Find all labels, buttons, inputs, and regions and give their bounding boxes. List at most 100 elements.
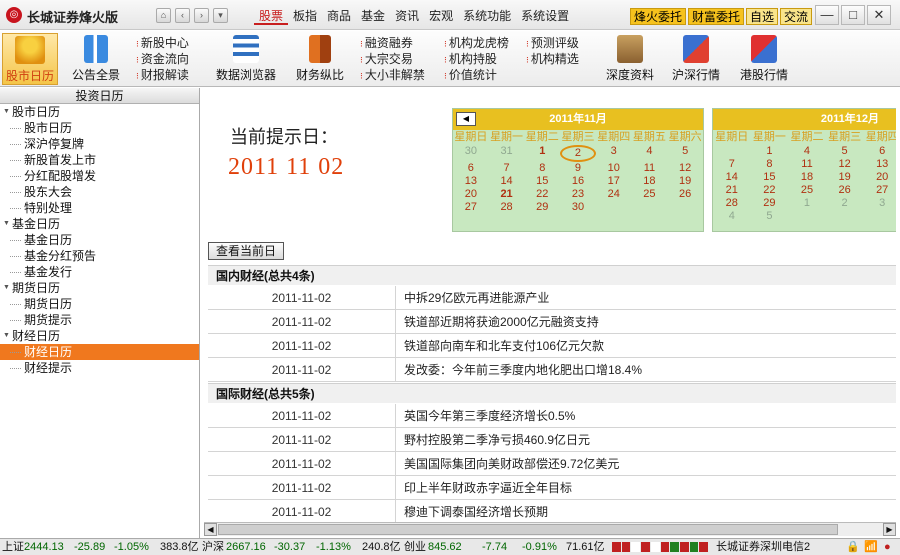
calendar-day[interactable]: 7 (713, 158, 751, 171)
news-title-link[interactable]: 中拆29亿欧元再进能源产业 (404, 286, 549, 310)
calendar-day[interactable]: 5 (826, 145, 864, 158)
hk-quotes-button[interactable]: 港股行情 (736, 33, 792, 85)
menu-news[interactable]: 资讯 (390, 8, 424, 25)
news-title-link[interactable]: 野村控股第二季净亏损460.9亿日元 (404, 428, 590, 452)
calendar-day[interactable]: 5 (751, 210, 789, 223)
calendar-day[interactable]: 5 (667, 145, 703, 162)
calendar-day[interactable]: 22 (751, 184, 789, 197)
news-row[interactable]: 2011-11-02 穆迪下调泰国经济增长预期 (208, 500, 896, 523)
institution-picks-link[interactable]: ⁝ 机构精选 (526, 52, 579, 68)
forward-icon[interactable]: › (194, 8, 209, 23)
calendar-day[interactable]: 26 (826, 184, 864, 197)
menu-index[interactable]: 板指 (288, 8, 322, 25)
calendar-day[interactable]: 16 (560, 175, 596, 188)
calendar-day[interactable]: 6 (453, 162, 489, 175)
calendar-day[interactable]: 27 (863, 184, 896, 197)
tree-item-9[interactable]: 基金分红预告 (0, 248, 199, 264)
calendar-day[interactable]: 4 (788, 145, 826, 158)
alert-icon[interactable]: ● (884, 539, 891, 555)
unlock-link[interactable]: ⁝ 大小非解禁 (360, 68, 425, 84)
tree-group-7[interactable]: 基金日历 (0, 216, 199, 232)
watchlist-button[interactable]: 自选 (746, 8, 779, 25)
calendar-day[interactable]: 28 (489, 201, 525, 214)
calendar-day[interactable]: 1 (524, 145, 560, 162)
calendar-day[interactable]: 14 (489, 175, 525, 188)
calendar-day[interactable]: 18 (788, 171, 826, 184)
tree-item-12[interactable]: 期货日历 (0, 296, 199, 312)
institution-holdings-link[interactable]: ⁝ 机构持股 (444, 52, 509, 68)
news-title-link[interactable]: 穆迪下调泰国经济增长预期 (404, 500, 548, 523)
close-icon[interactable]: ✕ (867, 5, 891, 25)
institution-ranking-link[interactable]: ⁝ 机构龙虎榜 (444, 36, 509, 52)
calendar-day[interactable]: 7 (489, 162, 525, 175)
calendar-day[interactable]: 12 (667, 162, 703, 175)
fund-flow-link[interactable]: ⁝ 资金流向 (136, 52, 189, 68)
calendar-day-selected[interactable]: 2 (560, 145, 596, 162)
chat-button[interactable]: 交流 (780, 8, 813, 25)
prev-month-button[interactable]: ◀ (456, 112, 476, 126)
news-row[interactable]: 2011-11-02 野村控股第二季净亏损460.9亿日元 (208, 428, 896, 452)
calendar-day[interactable]: 21 (713, 184, 751, 197)
calendar-day[interactable]: 12 (826, 158, 864, 171)
calendar-day[interactable]: 21 (489, 188, 525, 201)
margin-trading-link[interactable]: ⁝ 融资融券 (360, 36, 425, 52)
calendar-day[interactable]: 20 (863, 171, 896, 184)
news-title-link[interactable]: 铁道部近期将获逾2000亿元融资支持 (404, 310, 599, 334)
calendar-day[interactable]: 11 (632, 162, 668, 175)
news-title-link[interactable]: 美国国际集团向美财政部偿还9.72亿美元 (404, 452, 619, 476)
calendar-day[interactable]: 2 (826, 197, 864, 210)
tree-item-10[interactable]: 基金发行 (0, 264, 199, 280)
calendar-day[interactable]: 6 (863, 145, 896, 158)
scroll-thumb[interactable] (218, 524, 838, 535)
tree-item-5[interactable]: 股东大会 (0, 184, 199, 200)
calendar-day[interactable]: 30 (560, 201, 596, 214)
calendar-day[interactable]: 18 (632, 175, 668, 188)
dropdown-icon[interactable]: ▾ (213, 8, 228, 23)
scroll-right-icon[interactable]: ▶ (883, 523, 896, 536)
calendar-day[interactable]: 11 (788, 158, 826, 171)
back-icon[interactable]: ‹ (175, 8, 190, 23)
tree-item-13[interactable]: 期货提示 (0, 312, 199, 328)
view-today-button[interactable]: 查看当前日 (208, 242, 285, 260)
calendar-day[interactable]: 4 (713, 210, 751, 223)
tree-item-1[interactable]: 股市日历 (0, 120, 199, 136)
news-row[interactable]: 2011-11-02 发改委：今年前三季度内地化肥出口增18.4% (208, 358, 896, 382)
news-title-link[interactable]: 印上半年财政赤字逼近全年目标 (404, 476, 572, 500)
calendar-day[interactable]: 1 (788, 197, 826, 210)
menu-stocks[interactable]: 股票 (254, 8, 289, 25)
tree-group-11[interactable]: 期货日历 (0, 280, 199, 296)
menu-macro[interactable]: 宏观 (424, 8, 458, 25)
menu-system-functions[interactable]: 系统功能 (458, 8, 516, 25)
tree-item-4[interactable]: 分红配股增发 (0, 168, 199, 184)
news-title-link[interactable]: 英国今年第三季度经济增长0.5% (404, 404, 575, 428)
calendar-day[interactable]: 15 (751, 171, 789, 184)
calendar-day[interactable]: 19 (826, 171, 864, 184)
tree-item-16[interactable]: 财经提示 (0, 360, 199, 376)
calendar-day[interactable]: 14 (713, 171, 751, 184)
tree-item-3[interactable]: 新股首发上市 (0, 152, 199, 168)
tree-item-8[interactable]: 基金日历 (0, 232, 199, 248)
calendar-day[interactable]: 1 (751, 145, 789, 158)
minimize-icon[interactable]: — (815, 5, 839, 25)
tree-item-6[interactable]: 特别处理 (0, 200, 199, 216)
news-row[interactable]: 2011-11-02 美国国际集团向美财政部偿还9.72亿美元 (208, 452, 896, 476)
calendar-day[interactable]: 13 (863, 158, 896, 171)
menu-commodities[interactable]: 商品 (322, 8, 356, 25)
calendar-day[interactable]: 28 (713, 197, 751, 210)
home-icon[interactable]: ⌂ (156, 8, 171, 23)
tree-group-14[interactable]: 财经日历 (0, 328, 199, 344)
tree-item-2[interactable]: 深沪停复牌 (0, 136, 199, 152)
calendar-day[interactable]: 13 (453, 175, 489, 188)
block-trade-link[interactable]: ⁝ 大宗交易 (360, 52, 425, 68)
financial-compare-button[interactable]: 财务纵比 (292, 33, 348, 85)
calendar-day[interactable]: 3 (596, 145, 632, 162)
fenghuo-trade-button[interactable]: 烽火委托 (630, 8, 687, 25)
news-row[interactable]: 2011-11-02 英国今年第三季度经济增长0.5% (208, 404, 896, 428)
calendar-day[interactable]: 20 (453, 188, 489, 201)
calendar-day[interactable]: 25 (788, 184, 826, 197)
scroll-left-icon[interactable]: ◀ (204, 523, 217, 536)
announcement-button[interactable]: 公告全景 (70, 33, 122, 85)
calendar-day[interactable]: 31 (489, 145, 525, 162)
sh-sz-quotes-button[interactable]: 沪深行情 (668, 33, 724, 85)
calendar-day[interactable]: 8 (524, 162, 560, 175)
